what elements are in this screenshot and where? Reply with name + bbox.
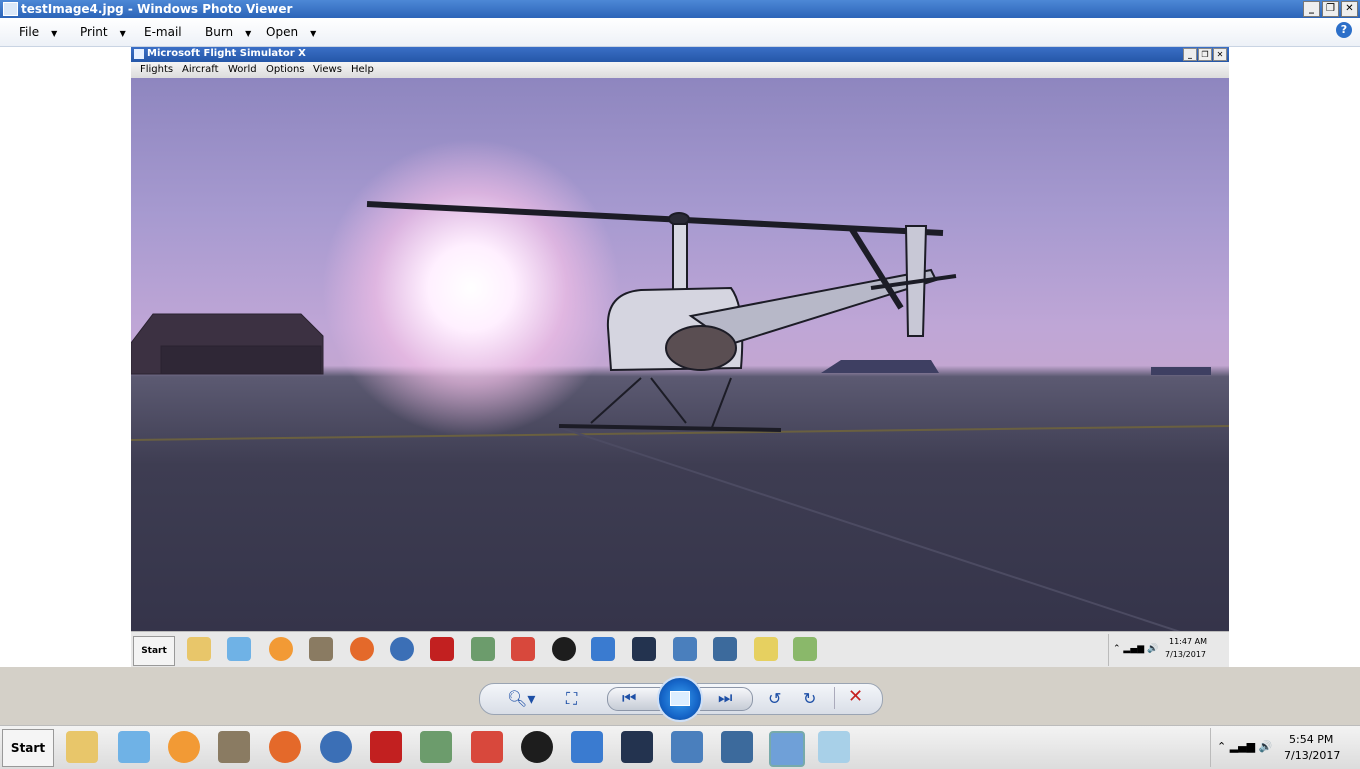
chevron-down-icon: ▼ [51,29,58,38]
python-icon [673,637,697,661]
app-icon [632,637,656,661]
flight-sim-icon [591,637,615,661]
menu-burn[interactable]: Burn ▼ [205,25,251,39]
firefox-icon[interactable] [269,731,301,763]
thunderbird-icon[interactable] [320,731,352,763]
document-icon [471,637,495,661]
menu-email[interactable]: E-mail [144,25,182,39]
fsx-menu-flights: Flights [140,64,174,75]
media-icon [227,637,251,661]
inner-taskbar: Start ⌃ ▂▄▆ 🔊 11:47 AM 7/13/2017 [131,631,1229,668]
previous-button[interactable]: ⏮ [622,688,636,708]
chevron-down-icon: ▼ [119,29,126,38]
filezilla-icon[interactable] [370,731,402,763]
menu-file[interactable]: File ▼ [19,25,57,39]
inner-clock-time: 11:47 AM [1169,637,1207,646]
flight-sim-icon[interactable] [571,731,603,763]
flight-scene [131,78,1229,631]
fsx-titlebar: Microsoft Flight Simulator X _ ❐ ✕ [131,47,1229,62]
menu-bar: File ▼ Print ▼ E-mail Burn ▼ Open ▼ ? [0,18,1360,47]
firefox-icon [350,637,374,661]
help-icon[interactable]: ? [1336,22,1352,38]
fsx-menu-world: World [228,64,257,75]
fsx-title: Microsoft Flight Simulator X [147,48,306,59]
clock-date[interactable]: 7/13/2017 [1284,749,1340,762]
chart-icon [793,637,817,661]
fsx-menu-help: Help [351,64,374,75]
taxiway-line [560,427,1181,631]
app-icon[interactable] [621,731,653,763]
blender-icon[interactable] [168,731,200,763]
fsx-close-button: ✕ [1213,48,1227,61]
notepad-icon[interactable] [818,731,850,763]
rotate-counterclockwise-icon[interactable]: ↺ [768,689,781,708]
fsx-app-icon [134,49,144,59]
viewer-controls: 🔍︎▾ ⛶ ⏮ ⏭ ↺ ↻ ✕ [0,667,1360,725]
scene-art [131,201,1229,631]
rotate-clockwise-icon[interactable]: ↻ [803,689,816,708]
ccleaner-icon [511,637,535,661]
inner-clock-date: 7/13/2017 [1165,650,1207,659]
thunderbird-icon [390,637,414,661]
zoom-icon[interactable]: 🔍︎▾ [507,689,535,708]
window-title: testImage4.jpg - Windows Photo Viewer [21,2,293,16]
tray-indicators-icon: ⌃ ▂▄▆ 🔊 [1113,644,1159,654]
minimize-button[interactable]: _ [1303,1,1320,17]
fsx-menu-bar: Flights Aircraft World Options Views Hel… [131,62,1229,79]
fsx-minimize-button: _ [1183,48,1197,61]
slideshow-button[interactable] [657,676,703,722]
gimp-icon[interactable] [218,731,250,763]
media-icon[interactable] [118,731,150,763]
actual-size-icon[interactable]: ⛶ [566,689,577,709]
python-shell-icon [713,637,737,661]
hangar [131,313,324,375]
fsx-restore-button: ❐ [1198,48,1212,61]
filezilla-icon [430,637,454,661]
tray-indicators-icon[interactable]: ⌃ ▂▄▆ 🔊 [1217,740,1272,753]
start-button[interactable]: Start [2,729,54,767]
taskbar: Start ⌃ ▂▄▆ 🔊 5:54 PM 7/13/2017 [0,725,1360,769]
photo-viewer-taskbar-icon[interactable] [769,731,805,767]
document-icon[interactable] [420,731,452,763]
help-file-icon [754,637,778,661]
divider [834,687,835,709]
close-button[interactable]: ✕ [1341,1,1358,17]
menu-print[interactable]: Print ▼ [80,25,126,39]
obs-icon [552,637,576,661]
main-rotor [366,201,944,236]
python-shell-icon[interactable] [721,731,753,763]
inner-start-button: Start [133,636,175,666]
image-viewport: Microsoft Flight Simulator X _ ❐ ✕ Fligh… [0,47,1360,668]
ccleaner-icon[interactable] [471,731,503,763]
displayed-image: Microsoft Flight Simulator X _ ❐ ✕ Fligh… [131,47,1229,668]
helicopter [366,201,957,432]
system-tray: ⌃ ▂▄▆ 🔊 5:54 PM 7/13/2017 [1210,728,1359,767]
python-icon[interactable] [671,731,703,763]
delete-icon[interactable]: ✕ [848,686,863,707]
slideshow-icon [670,691,690,706]
photo-viewer-icon [3,2,18,16]
chevron-down-icon: ▼ [310,29,317,38]
fsx-menu-views: Views [313,64,342,75]
fsx-menu-aircraft: Aircraft [182,64,219,75]
next-button[interactable]: ⏭ [718,688,732,708]
obs-icon[interactable] [521,731,553,763]
restore-button[interactable]: ❐ [1322,1,1339,17]
distant-buildings [821,360,1211,375]
chevron-down-icon: ▼ [245,29,252,38]
gimp-icon [309,637,333,661]
inner-system-tray: ⌃ ▂▄▆ 🔊 11:47 AM 7/13/2017 [1108,634,1227,666]
menu-open[interactable]: Open ▼ [266,25,316,39]
blender-icon [269,637,293,661]
window-titlebar: testImage4.jpg - Windows Photo Viewer _ … [0,0,1360,18]
folder-icon [187,637,211,661]
clock-time[interactable]: 5:54 PM [1289,733,1333,746]
folder-icon[interactable] [66,731,98,763]
fsx-menu-options: Options [266,64,305,75]
